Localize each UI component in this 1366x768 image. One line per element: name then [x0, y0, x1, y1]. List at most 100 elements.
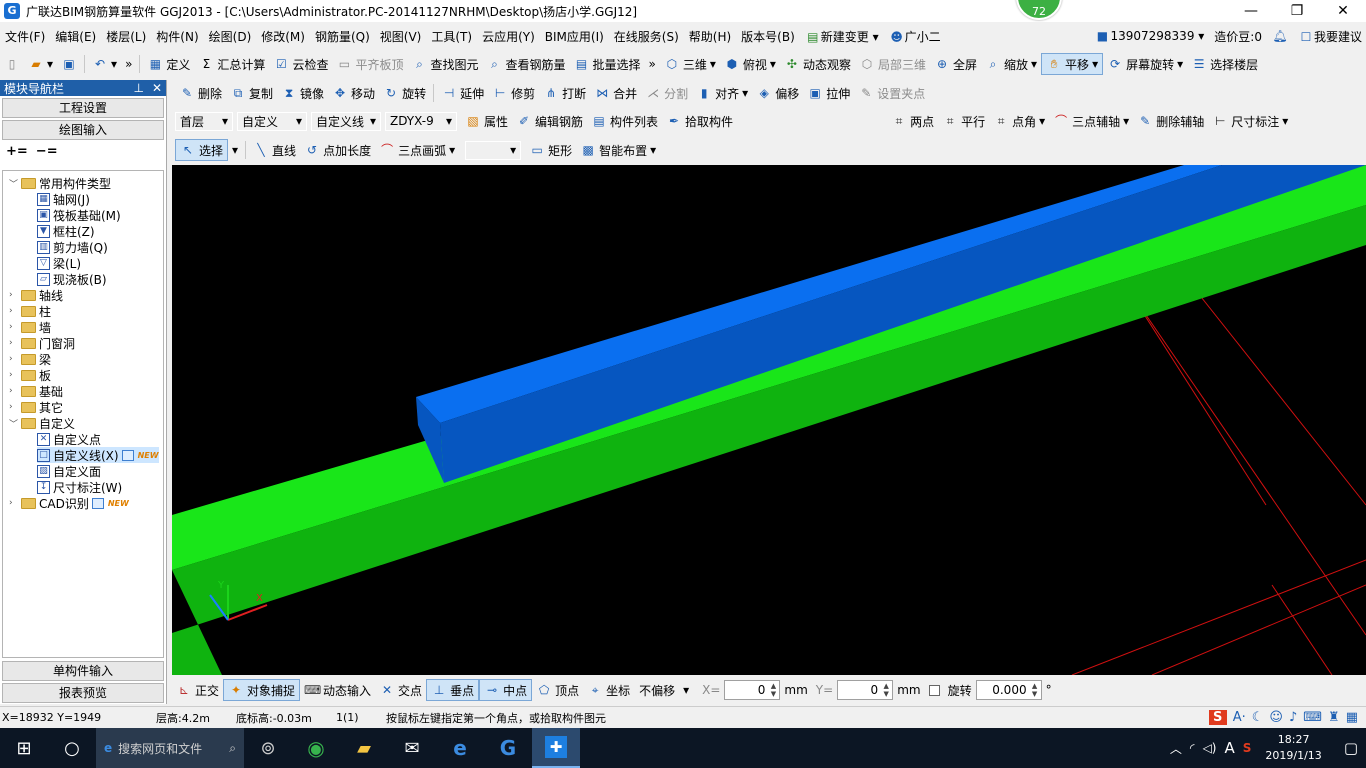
midpoint-snap-toggle[interactable]: ⊸ 中点: [479, 679, 533, 701]
taskbar-mail[interactable]: ✉: [388, 728, 436, 768]
taskbar-edge[interactable]: e: [436, 728, 484, 768]
screen-rotate-button[interactable]: ⟳ 屏幕旋转 ▾: [1103, 53, 1187, 75]
volume-icon[interactable]: ◁): [1203, 741, 1217, 755]
overflow-button[interactable]: »: [121, 53, 136, 75]
tree-item[interactable]: ↧ 尺寸标注(W): [37, 479, 122, 495]
expand-arrow-icon[interactable]: ›: [9, 370, 18, 380]
menu-floor[interactable]: 楼层(L): [101, 28, 151, 45]
offset-button[interactable]: ◈ 偏移: [752, 82, 803, 104]
point-angle-button[interactable]: ⌗ 点角 ▾: [989, 110, 1049, 132]
tree-item[interactable]: › CAD识别 NEW: [9, 495, 129, 511]
overflow2-button[interactable]: »: [645, 53, 660, 75]
open-button[interactable]: ▰ ▾: [24, 53, 57, 75]
bell-icon[interactable]: 🔔︎: [1272, 28, 1288, 44]
tree-item[interactable]: › 梁: [9, 351, 51, 367]
expand-arrow-icon[interactable]: ›: [9, 354, 18, 364]
fullscreen-button[interactable]: ⊕ 全屏: [930, 53, 981, 75]
pin-icon[interactable]: ⊥: [133, 81, 143, 95]
clock[interactable]: 18:27 2019/1/13: [1265, 732, 1321, 764]
property-button[interactable]: ▧ 属性: [461, 110, 512, 132]
x-offset-input[interactable]: 0 ▲ ▼: [724, 680, 781, 700]
close-button[interactable]: ✕: [1320, 0, 1366, 22]
report-preview-button[interactable]: 报表预览: [2, 683, 164, 703]
menu-draw[interactable]: 绘图(D): [204, 28, 257, 45]
trim-button[interactable]: ⊢ 修剪: [488, 82, 539, 104]
tree-item[interactable]: □ 自定义线(X) NEW: [37, 447, 159, 463]
maximize-button[interactable]: ❐: [1274, 0, 1320, 22]
save-button[interactable]: ▣: [57, 53, 81, 75]
expand-arrow-icon[interactable]: ›: [9, 402, 18, 412]
expand-arrow-icon[interactable]: ›: [9, 322, 18, 332]
coordinate-snap-toggle[interactable]: ⌖ 坐标: [583, 679, 634, 701]
dynamic-view-button[interactable]: ✣ 动态观察: [780, 53, 855, 75]
stretch-button[interactable]: ▣ 拉伸: [803, 82, 854, 104]
expand-all-icon[interactable]: +=: [6, 144, 28, 159]
rotate-checkbox[interactable]: [925, 679, 944, 701]
view3d-button[interactable]: ⬡ 三维 ▾: [660, 53, 720, 75]
subtype-select[interactable]: 自定义线 ▾: [311, 111, 381, 131]
tree-item[interactable]: › 柱: [9, 303, 51, 319]
delete-aux-button[interactable]: ✎ 删除辅轴: [1133, 110, 1208, 132]
viewport-canvas[interactable]: Y X: [172, 165, 1366, 675]
menu-help[interactable]: 帮助(H): [684, 28, 736, 45]
topview-button[interactable]: ⬢ 俯视 ▾: [720, 53, 780, 75]
tree-item[interactable]: › 基础: [9, 383, 63, 399]
tree-item[interactable]: ✕ 自定义点: [37, 431, 101, 447]
floor-select[interactable]: 首层 ▾: [175, 111, 233, 131]
drawing-input-button[interactable]: 绘图输入: [2, 120, 164, 140]
rotate-button[interactable]: ↻ 旋转: [379, 82, 430, 104]
tree-item[interactable]: ▥ 剪力墙(Q): [37, 239, 108, 255]
menu-view[interactable]: 视图(V): [375, 28, 427, 45]
find-button[interactable]: ⌕ 查找图元: [407, 53, 482, 75]
extend-button[interactable]: ⊣ 延伸: [437, 82, 488, 104]
menu-guangxiaoer[interactable]: ☻ 广小二: [884, 28, 946, 45]
intersect-snap-toggle[interactable]: ✕ 交点: [375, 679, 426, 701]
single-input-button[interactable]: 单构件输入: [2, 661, 164, 681]
split-button[interactable]: ⋌ 分割: [641, 82, 692, 104]
select-dropdown[interactable]: ▾: [228, 139, 242, 161]
zaojiadou[interactable]: 造价豆:0: [1214, 28, 1262, 45]
tree-item[interactable]: ▽ 梁(L): [37, 255, 81, 271]
undo-button[interactable]: ↶ ▾: [88, 53, 121, 75]
batch-select-button[interactable]: ▤ 批量选择: [570, 53, 645, 75]
menu-tools[interactable]: 工具(T): [426, 28, 477, 45]
collapse-arrow-icon[interactable]: ﹀: [9, 177, 18, 190]
cloud-check-button[interactable]: ☑ 云检查: [269, 53, 332, 75]
rotate-angle-input[interactable]: 0.000 ▲ ▼: [975, 680, 1042, 700]
arc-tool-button[interactable]: ⌒ 三点画弧 ▾: [375, 139, 459, 161]
tree-item[interactable]: › 板: [9, 367, 51, 383]
arc-mode-select[interactable]: ▾: [465, 140, 522, 160]
user-account[interactable]: ■ 13907298339 ▾: [1094, 28, 1205, 44]
ortho-toggle[interactable]: ⊾ 正交: [172, 679, 223, 701]
menu-new-change[interactable]: ▤ 新建变更 ▾: [800, 28, 884, 45]
cortana-button[interactable]: ○: [48, 728, 96, 768]
expand-arrow-icon[interactable]: ›: [9, 338, 18, 348]
align-button[interactable]: ▮ 对齐 ▾: [692, 82, 752, 104]
tree-item[interactable]: › 轴线: [9, 287, 63, 303]
move-button[interactable]: ✥ 移动: [328, 82, 379, 104]
new-file-button[interactable]: ▯: [0, 53, 24, 75]
grid-toggle-icon[interactable]: [121, 449, 134, 461]
taskbar-explorer[interactable]: ▰: [340, 728, 388, 768]
delete-button[interactable]: ✎ 删除: [175, 82, 226, 104]
point-length-button[interactable]: ↺ 点加长度: [300, 139, 375, 161]
pan-button[interactable]: ✋︎ 平移 ▾: [1041, 53, 1104, 75]
collapse-all-icon[interactable]: −=: [36, 144, 58, 159]
minimize-button[interactable]: —: [1228, 0, 1274, 22]
component-select[interactable]: ZDYX-9 ▾: [385, 111, 457, 131]
grid-toggle-icon[interactable]: [91, 497, 104, 509]
start-button[interactable]: ⊞: [0, 728, 48, 768]
menu-online[interactable]: 在线服务(S): [609, 28, 684, 45]
tree-item[interactable]: › 墙: [9, 319, 51, 335]
vertex-snap-toggle[interactable]: ⬠ 顶点: [532, 679, 583, 701]
menu-rebar[interactable]: 钢筋量(Q): [310, 28, 375, 45]
set-grip-button[interactable]: ✎ 设置夹点: [854, 82, 929, 104]
expand-arrow-icon[interactable]: ›: [9, 290, 18, 300]
notification-icon[interactable]: ▢: [1344, 739, 1358, 757]
line-tool-button[interactable]: ╲ 直线: [249, 139, 300, 161]
object-snap-toggle[interactable]: ✦ 对象捕捉: [223, 679, 301, 701]
project-settings-button[interactable]: 工程设置: [2, 98, 164, 118]
tree-item[interactable]: ▦ 轴网(J): [37, 191, 90, 207]
view-rebar-button[interactable]: ⌕ 查看钢筋量: [482, 53, 569, 75]
tree-item[interactable]: › 其它: [9, 399, 63, 415]
